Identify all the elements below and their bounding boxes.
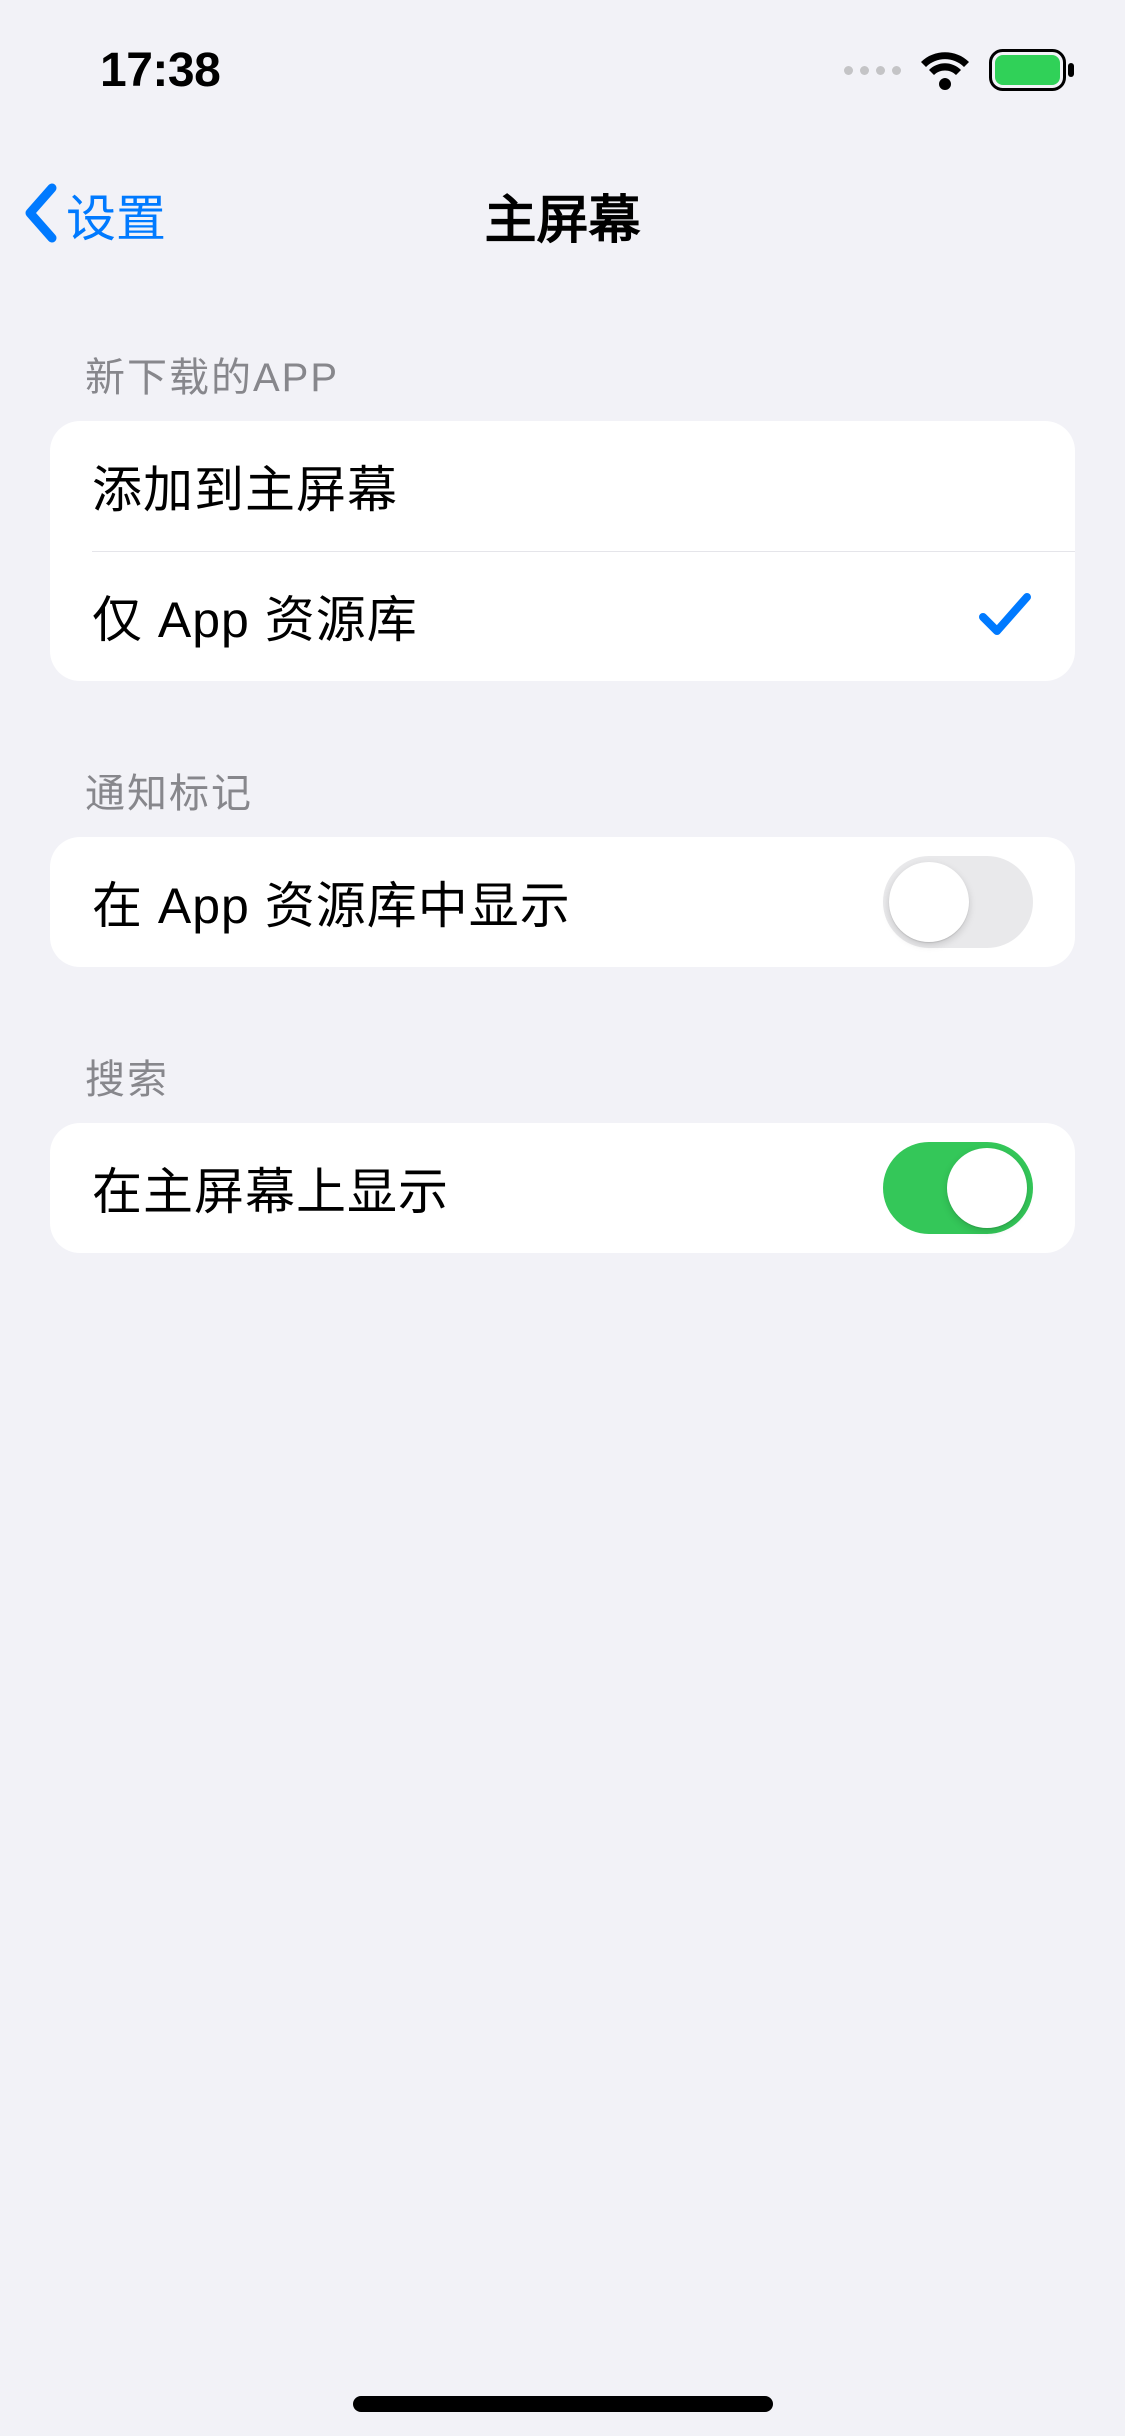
- show-on-home-toggle[interactable]: [883, 1142, 1033, 1234]
- option-add-to-home[interactable]: 添加到主屏幕: [50, 421, 1075, 551]
- row-show-on-home: 在主屏幕上显示: [50, 1123, 1075, 1253]
- section-new-apps: 新下载的APP 添加到主屏幕 仅 App 资源库: [50, 345, 1075, 681]
- back-button-label: 设置: [66, 179, 166, 251]
- status-right: [844, 49, 1075, 91]
- show-in-app-library-label: 在 App 资源库中显示: [92, 866, 571, 938]
- nav-bar: 设置 主屏幕: [0, 155, 1125, 275]
- group-search: 在主屏幕上显示: [50, 1123, 1075, 1253]
- section-search: 搜索 在主屏幕上显示: [50, 1047, 1075, 1253]
- status-time: 17:38: [100, 43, 220, 98]
- checkmark-icon: [977, 589, 1033, 644]
- wifi-icon: [919, 50, 971, 90]
- battery-icon: [989, 49, 1075, 91]
- option-add-to-home-label: 添加到主屏幕: [92, 450, 398, 522]
- row-show-in-app-library: 在 App 资源库中显示: [50, 837, 1075, 967]
- page-title: 主屏幕: [484, 178, 640, 253]
- section-header-search: 搜索: [50, 1047, 1075, 1123]
- section-header-new-apps: 新下载的APP: [50, 345, 1075, 421]
- back-button[interactable]: 设置: [20, 179, 166, 251]
- content: 新下载的APP 添加到主屏幕 仅 App 资源库 通知标记 在 App 资源库中…: [50, 345, 1075, 1333]
- group-new-apps: 添加到主屏幕 仅 App 资源库: [50, 421, 1075, 681]
- option-app-library-only-label: 仅 App 资源库: [92, 580, 418, 652]
- chevron-left-icon: [20, 182, 58, 249]
- option-app-library-only[interactable]: 仅 App 资源库: [50, 551, 1075, 681]
- status-bar: 17:38: [0, 0, 1125, 140]
- section-badges: 通知标记 在 App 资源库中显示: [50, 761, 1075, 967]
- show-on-home-label: 在主屏幕上显示: [92, 1152, 449, 1224]
- home-indicator[interactable]: [353, 2396, 773, 2412]
- group-badges: 在 App 资源库中显示: [50, 837, 1075, 967]
- show-in-app-library-toggle[interactable]: [883, 856, 1033, 948]
- cellular-signal-icon: [844, 66, 901, 75]
- section-header-badges: 通知标记: [50, 761, 1075, 837]
